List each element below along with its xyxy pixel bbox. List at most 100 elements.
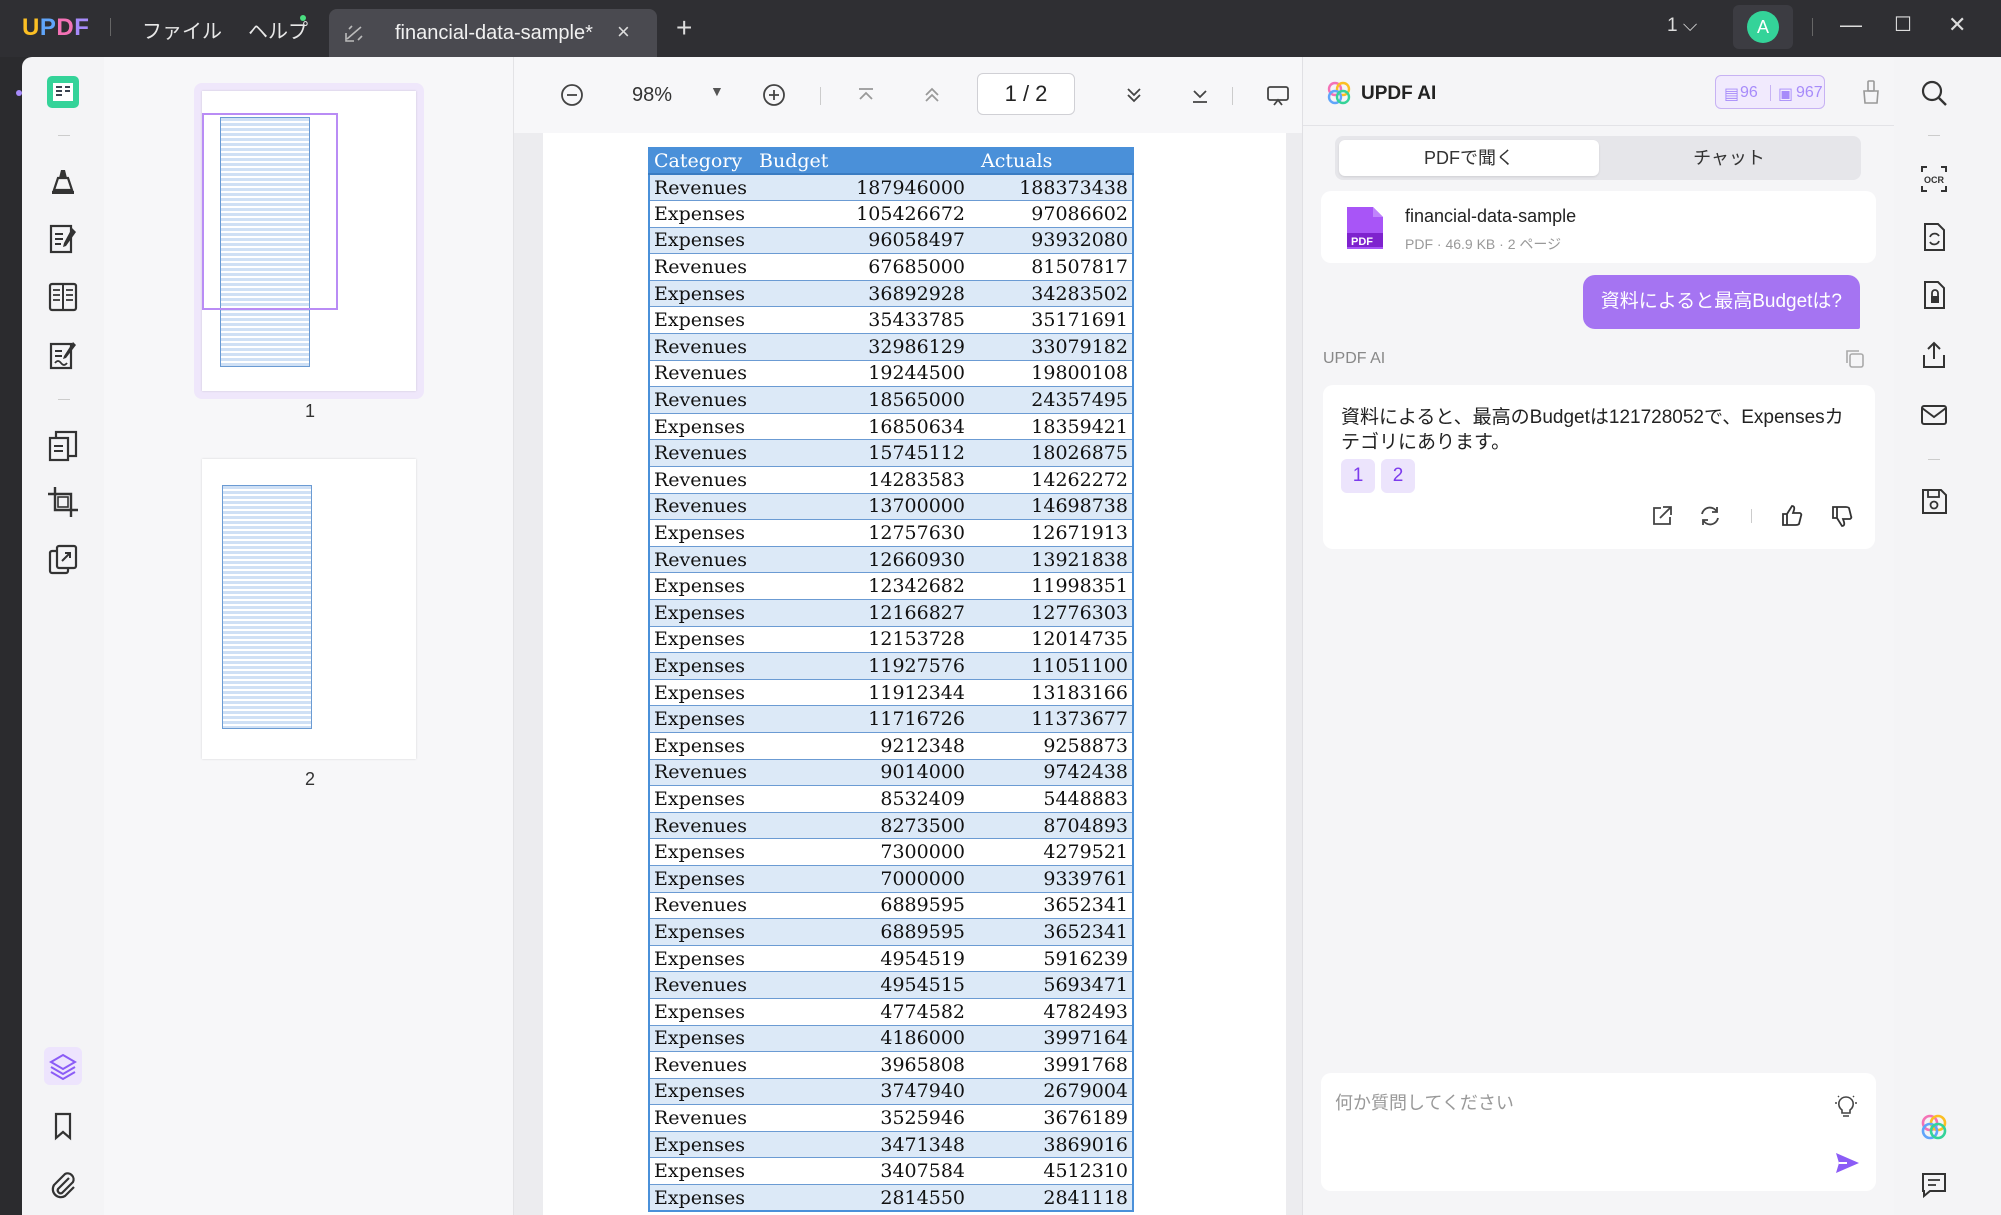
zoom-level[interactable]: 98% <box>632 84 672 107</box>
organize-pages-icon[interactable] <box>44 278 82 316</box>
thumbs-up-icon[interactable] <box>1779 503 1805 529</box>
cell-category: Expenses <box>649 306 755 335</box>
fill-sign-icon[interactable] <box>44 336 82 374</box>
convert-icon[interactable] <box>1918 221 1950 253</box>
ai-answer-card: 資料によると、最高のBudgetは121728052で、Expensesカテゴリ… <box>1323 385 1875 549</box>
bookmark-icon[interactable] <box>44 1107 82 1145</box>
save-icon[interactable] <box>1918 485 1950 517</box>
edit-pdf-icon[interactable] <box>44 220 82 258</box>
ai-question-input[interactable]: 何か質問してください <box>1321 1073 1876 1191</box>
updf-ai-icon[interactable] <box>1918 1111 1950 1143</box>
cell-category: Expenses <box>649 280 755 308</box>
cell-actuals: 11998351 <box>969 572 1133 600</box>
comment-icon[interactable] <box>1918 1169 1950 1201</box>
cell-actuals: 12014735 <box>969 626 1133 654</box>
ai-credits-badge[interactable]: ▤ 96 ▣ 967 <box>1715 75 1825 109</box>
cell-budget: 2814550 <box>755 1184 969 1212</box>
search-icon[interactable] <box>1918 77 1950 109</box>
cell-actuals: 2841118 <box>969 1184 1133 1212</box>
clear-chat-icon[interactable] <box>1861 79 1881 105</box>
zoom-out-icon[interactable] <box>558 81 586 109</box>
zoom-in-icon[interactable] <box>760 81 788 109</box>
cell-actuals: 34283502 <box>969 280 1133 308</box>
table-row: Revenues 19244500 19800108 <box>649 360 1133 388</box>
ai-sender-name: UPDF AI <box>1323 350 1386 367</box>
cell-actuals: 8704893 <box>969 812 1133 840</box>
thumbs-down-icon[interactable] <box>1829 503 1855 529</box>
cell-actuals: 3997164 <box>969 1025 1133 1053</box>
maximize-icon[interactable]: ☐ <box>1894 12 1912 37</box>
convert-pdf-icon[interactable] <box>44 427 82 465</box>
reader-mode-icon[interactable] <box>44 73 82 111</box>
copy-icon[interactable] <box>1843 347 1867 371</box>
lightbulb-icon[interactable] <box>1833 1093 1859 1119</box>
menu-help[interactable]: ヘルプ <box>248 15 308 44</box>
thumbnail-table <box>222 485 312 729</box>
first-page-icon[interactable] <box>852 81 880 109</box>
table-row: Revenues 9014000 9742438 <box>649 759 1133 787</box>
cell-budget: 11912344 <box>755 679 969 707</box>
page-number-box[interactable]: 1 / 2 <box>977 73 1075 115</box>
cell-category: Expenses <box>649 519 755 547</box>
cell-category: Revenues <box>649 360 755 388</box>
table-row: Revenues 3525946 3676189 <box>649 1104 1133 1132</box>
chat-credits: 967 <box>1796 84 1823 101</box>
protect-icon[interactable] <box>1918 279 1950 311</box>
document-area: 98% ▼ 1 / 2 Category Budget Actuals Reve… <box>514 57 1302 1215</box>
share-icon[interactable] <box>1918 339 1950 371</box>
thumbnail-label: 1 <box>305 401 316 421</box>
cell-category: Expenses <box>649 1184 755 1212</box>
thumbnail-viewport-frame[interactable] <box>202 113 338 310</box>
cell-budget: 32986129 <box>755 333 969 361</box>
file-meta: PDF · 46.9 KB · 2 ページ <box>1405 236 1562 252</box>
minimize-icon[interactable]: — <box>1840 12 1862 38</box>
avatar[interactable]: A <box>1747 11 1779 43</box>
cell-budget: 15745112 <box>755 439 969 468</box>
previous-page-icon[interactable] <box>918 81 946 109</box>
ai-header-divider <box>1303 125 1895 126</box>
reference-page-2[interactable]: 2 <box>1381 459 1415 493</box>
table-row: Expenses 3747940 2679004 <box>649 1078 1133 1106</box>
cell-category: Revenues <box>649 333 755 361</box>
pdf-page: Category Budget Actuals Revenues 18794600… <box>543 133 1286 1215</box>
new-tab-button[interactable]: + <box>676 12 692 44</box>
ocr-icon[interactable]: OCR <box>1918 163 1950 195</box>
page-current[interactable]: 1 <box>1005 81 1017 106</box>
window-selector[interactable]: 1 ⌵ <box>1667 15 1697 37</box>
presentation-icon[interactable] <box>1264 81 1292 109</box>
page-tools-icon[interactable] <box>44 541 82 579</box>
menu-file[interactable]: ファイル <box>142 15 222 44</box>
file-card[interactable]: PDF financial-data-sample PDF · 46.9 KB … <box>1321 191 1876 263</box>
tab-close-button[interactable]: × <box>617 19 630 45</box>
cell-category: Expenses <box>649 1025 755 1053</box>
next-page-icon[interactable] <box>1120 81 1148 109</box>
zoom-dropdown-icon[interactable]: ▼ <box>710 83 724 99</box>
layers-icon[interactable] <box>44 1047 82 1085</box>
highlighter-icon[interactable] <box>44 162 82 200</box>
cell-category: Expenses <box>649 1078 755 1106</box>
thumbnail-label: 2 <box>305 769 316 789</box>
last-page-icon[interactable] <box>1186 81 1214 109</box>
cell-budget: 8273500 <box>755 812 969 840</box>
cell-budget: 7000000 <box>755 865 969 893</box>
email-icon[interactable] <box>1918 399 1950 431</box>
close-window-icon[interactable]: ✕ <box>1948 12 1966 38</box>
document-tab[interactable]: financial-data-sample* × <box>329 9 657 57</box>
ai-input-placeholder[interactable]: 何か質問してください <box>1335 1089 1514 1115</box>
attachment-icon[interactable] <box>44 1165 82 1203</box>
crop-icon[interactable] <box>44 483 82 521</box>
reference-page-1[interactable]: 1 <box>1341 459 1375 493</box>
header-category: Category <box>649 148 755 175</box>
table-header-row: Category Budget Actuals <box>649 148 1133 175</box>
send-icon[interactable] <box>1833 1149 1861 1177</box>
thumbnail-page-2[interactable] <box>202 459 416 759</box>
table-row: Expenses 12757630 12671913 <box>649 519 1133 547</box>
open-external-icon[interactable] <box>1649 503 1675 529</box>
thumbnail-page-1[interactable] <box>202 91 416 391</box>
avatar-container[interactable]: A <box>1733 5 1793 49</box>
cell-category: Expenses <box>649 572 755 600</box>
cell-category: Expenses <box>649 599 755 627</box>
regenerate-icon[interactable] <box>1697 503 1723 529</box>
tab-ask-pdf[interactable]: PDFで聞く <box>1339 140 1599 176</box>
tab-chat[interactable]: チャット <box>1599 140 1859 176</box>
